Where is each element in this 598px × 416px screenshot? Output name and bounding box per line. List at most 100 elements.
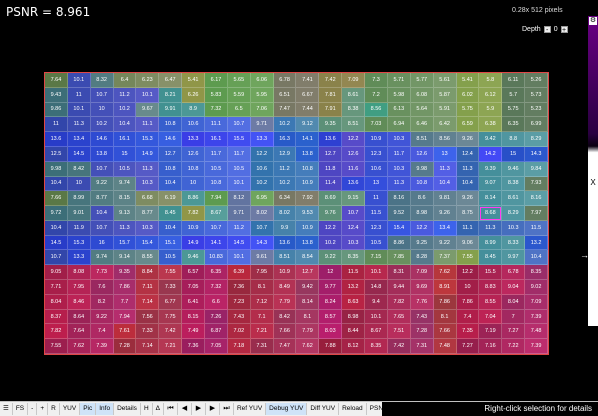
heatmap-cell[interactable]: 10.7 [90,161,114,177]
heatmap-cell[interactable]: 5.75 [456,102,480,118]
heatmap-cell[interactable]: 7.94 [113,309,137,325]
heatmap-cell[interactable]: 16 [90,235,114,251]
heatmap-cell[interactable]: 11.8 [319,161,343,177]
yuv-button[interactable]: YUV [60,403,81,415]
heatmap-cell[interactable]: 7.06 [250,102,274,118]
heatmap-cell[interactable]: 6.68 [136,191,160,207]
heatmap-cell[interactable]: 10.8 [296,161,320,177]
heatmap-cell[interactable]: 8.86 [182,191,206,207]
heatmap-cell[interactable]: 10.3 [136,220,160,236]
heatmap-cell[interactable]: 13.8 [296,235,320,251]
heatmap-cell[interactable]: 7.12 [250,294,274,310]
heatmap-cell[interactable]: 10.2 [113,102,137,118]
heatmap-cell[interactable]: 7.94 [205,191,228,207]
heatmap-cell[interactable]: 6.67 [296,87,320,103]
heatmap-cell[interactable]: 7.85 [387,250,411,266]
heatmap-cell[interactable]: 8.15 [113,191,137,207]
heatmap-cell[interactable]: 10.9 [365,132,388,147]
heatmap-cell[interactable]: 9.35 [113,265,137,281]
heatmap-cell[interactable]: 7.48 [525,324,548,340]
heatmap-cell[interactable]: 14.5 [45,235,68,251]
heatmap-cell[interactable]: 5.41 [456,73,480,88]
heatmap-cell[interactable]: 7.16 [479,339,503,354]
heatmap-cell[interactable]: 6.6 [205,294,228,310]
heatmap-cell[interactable]: 8.45 [479,250,503,266]
heatmap-cell[interactable]: 8.02 [273,206,297,221]
heatmap-cell[interactable]: 15 [502,146,526,162]
step-back-icon[interactable]: ◀ [178,403,192,415]
heatmap-cell[interactable]: 7.43 [410,309,434,325]
heatmap-cell[interactable]: 10.5 [227,161,251,177]
heatmap-cell[interactable]: 11.7 [205,146,228,162]
heatmap-cell[interactable]: 7.09 [525,294,548,310]
heatmap-cell[interactable]: 10.7 [90,220,114,236]
heatmap-cell[interactable]: 9.14 [113,250,137,266]
heatmap-cell[interactable]: 10.8 [159,117,183,133]
heatmap-cell[interactable]: 7.7 [113,294,137,310]
heatmap-cell[interactable]: 9.81 [433,191,457,207]
heatmap-cell[interactable]: 7.79 [273,294,297,310]
heatmap-cell[interactable]: 9.22 [90,309,114,325]
heatmap-cell[interactable]: 10.7 [342,206,366,221]
heatmap-cell[interactable]: 5.23 [525,102,548,118]
heatmap-cell[interactable]: 11.3 [136,161,160,177]
heatmap-cell[interactable]: 8.1 [433,309,457,325]
heatmap-cell[interactable]: 8.91 [433,280,457,295]
heatmap-cell[interactable]: 12.3 [365,146,388,162]
heatmap-cell[interactable]: 8.75 [456,206,480,221]
heatmap-cell[interactable]: 7.28 [113,339,137,354]
heatmap-cell[interactable]: 5.77 [410,73,434,88]
heatmap-cell[interactable]: 10.3 [502,220,526,236]
heatmap-cell[interactable]: 10.5 [159,250,183,266]
heatmap-cell[interactable]: 9.4 [365,294,388,310]
heatmap-cell[interactable]: 5.41 [182,73,206,88]
heatmap-cell[interactable]: 14.1 [205,235,228,251]
heatmap-cell[interactable]: 7.97 [525,206,548,221]
heatmap-cell[interactable]: 11 [45,117,68,133]
heatmap-cell[interactable]: 7.48 [433,339,457,354]
heatmap-cell[interactable]: 12.7 [159,146,183,162]
heatmap-cell[interactable]: 9.86 [45,102,68,118]
heatmap-cell[interactable]: 5.8 [479,73,503,88]
heatmap-cell[interactable]: 7.15 [365,250,388,266]
heatmap-cell[interactable]: 8.08 [67,265,91,281]
heatmap-cell[interactable]: 9.61 [250,250,274,266]
heatmap-cell[interactable]: 8.1 [296,309,320,325]
heatmap-cell[interactable]: 10.6 [182,117,206,133]
heatmap-cell[interactable]: 5.65 [227,73,251,88]
debug-yuv-button[interactable]: Debug YUV [266,403,308,415]
heatmap-cell[interactable]: 7.39 [90,339,114,354]
step-forward-icon[interactable]: ▶ [206,403,220,415]
heatmap-cell[interactable]: 7.26 [205,309,228,325]
heatmap-cell[interactable]: 8.15 [182,309,206,325]
heatmap-cell[interactable]: 10.2 [319,235,343,251]
heatmap-cell[interactable]: 10.4 [90,206,114,221]
heatmap-cell[interactable]: 9.42 [479,132,503,147]
heatmap-cell[interactable]: 8.16 [387,191,411,207]
heatmap-cell[interactable]: 10.4 [45,220,68,236]
heatmap-cell[interactable]: 6.42 [433,117,457,133]
heatmap-cell[interactable]: 5.26 [525,73,548,88]
heatmap-cell[interactable]: 9.05 [45,265,68,281]
heatmap-cell[interactable]: 6.38 [479,117,503,133]
heatmap-cell[interactable]: 9.9 [273,220,297,236]
heatmap-cell[interactable]: 7.39 [525,339,548,354]
heatmap-cell[interactable]: 13.4 [67,132,91,147]
heatmap-cell[interactable]: 7.95 [67,280,91,295]
heatmap-cell[interactable]: 7.44 [296,102,320,118]
heatmap-cell[interactable]: 8.57 [319,309,343,325]
heatmap-cell[interactable]: 14.5 [67,146,91,162]
heatmap-cell[interactable]: 7.55 [456,250,480,266]
heatmap-cell[interactable]: 10.1 [365,265,388,281]
heatmap-cell[interactable]: 6.13 [387,102,411,118]
heatmap-cell[interactable]: 11.3 [456,161,480,177]
heatmap-cell[interactable]: 7.64 [67,324,91,340]
heatmap-cell[interactable]: 12.9 [273,146,297,162]
heatmap-cell[interactable]: 13.3 [67,250,91,266]
reload-button[interactable]: Reload [339,403,367,415]
heatmap-cell[interactable]: 6.78 [502,265,526,281]
heatmap-cell[interactable]: 6.19 [159,191,183,207]
heatmap-cell[interactable]: 7.09 [410,265,434,281]
heatmap-cell[interactable]: 8.35 [525,265,548,281]
heatmap-cell[interactable]: 7.61 [113,324,137,340]
